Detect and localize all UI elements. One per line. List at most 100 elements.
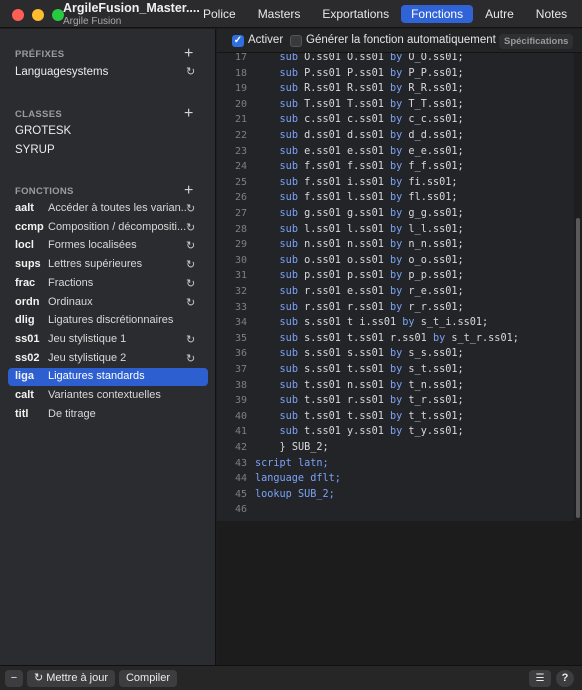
feature-name: Ordinaux <box>48 295 93 308</box>
compile-button[interactable]: Compiler <box>119 670 177 687</box>
line-number: 35 <box>234 332 247 344</box>
code-editor[interactable]: 17 sub O.ss01 O.ss01 by O_O.ss01; 18 sub … <box>217 53 574 521</box>
feature-item-ccmp[interactable]: ccmp Composition / décompositi... ↻ <box>8 219 208 237</box>
feature-item-titl[interactable]: titl De titrage <box>8 406 208 424</box>
window-title-block: ArgileFusion_Master.... Argile Fusion <box>63 2 200 28</box>
line-number: 18 <box>234 67 247 79</box>
feature-tag: calt <box>15 389 34 401</box>
update-button[interactable]: ↻ Mettre à jour <box>27 670 115 687</box>
code-line: sub n.ss01 n.ss01 by n_n.ss01; <box>279 239 464 251</box>
autogen-label: Générer la fonction automatiquement <box>306 34 496 46</box>
editor-scrollbar-thumb[interactable] <box>576 218 580 518</box>
code-line: sub p.ss01 p.ss01 by p_p.ss01; <box>279 270 464 282</box>
list-toggle-icon[interactable]: ☰ <box>529 670 551 687</box>
help-button[interactable]: ? <box>556 670 574 687</box>
refresh-icon[interactable]: ↻ <box>186 296 195 309</box>
feature-name: Formes localisées <box>48 239 137 252</box>
editor-toolbar: ✓ Activer Générer la fonction automatiqu… <box>217 29 582 53</box>
feature-tag: ss01 <box>15 332 40 345</box>
line-number: 31 <box>234 270 247 282</box>
feature-item-liga[interactable]: liga Ligatures standards <box>8 368 208 387</box>
feature-name: Accéder à toutes les varian... <box>48 202 186 214</box>
minimize-window-button[interactable] <box>32 9 44 21</box>
close-window-button[interactable] <box>12 9 24 21</box>
editor-scrollbar[interactable] <box>575 53 581 523</box>
feature-item-frac[interactable]: frac Fractions ↻ <box>8 275 208 293</box>
feature-item-aalt[interactable]: aalt Accéder à toutes les varian... ↻ <box>8 200 208 218</box>
feature-tag: aalt <box>15 202 34 214</box>
line-number: 40 <box>234 410 247 422</box>
code-line: sub O.ss01 O.ss01 by O_O.ss01; <box>279 53 464 63</box>
feature-tag: liga <box>15 370 34 383</box>
feature-item-ordn[interactable]: ordn Ordinaux ↻ <box>8 294 208 312</box>
feature-item-locl[interactable]: locl Formes localisées ↻ <box>8 237 208 255</box>
refresh-icon: ↻ <box>33 672 44 684</box>
refresh-prefix-icon[interactable]: ↻ <box>186 65 195 78</box>
line-number: 17 <box>234 53 247 63</box>
feature-name: Ligatures standards <box>48 370 145 383</box>
bottom-bar: − ↻ Mettre à jour Compiler ☰ ? <box>0 665 582 690</box>
code-line: script latn; <box>255 457 329 469</box>
refresh-icon[interactable]: ↻ <box>186 333 195 346</box>
code-line: sub s.ss01 s.ss01 by s_s.ss01; <box>279 348 464 360</box>
code-line: sub t.ss01 t.ss01 by t_t.ss01; <box>279 410 464 422</box>
tab-masters[interactable]: Masters <box>248 5 311 23</box>
activate-checkbox[interactable]: ✓ <box>232 35 244 47</box>
line-number: 19 <box>234 83 247 95</box>
line-number: 26 <box>234 192 247 204</box>
code-line: sub o.ss01 o.ss01 by o_o.ss01; <box>279 254 464 266</box>
prefix-item-languagesystems[interactable]: Languagesystems <box>15 66 108 78</box>
refresh-icon[interactable]: ↻ <box>186 258 195 271</box>
remove-button[interactable]: − <box>5 670 23 687</box>
class-item-grotesk[interactable]: GROTESK <box>15 125 71 137</box>
line-number: 21 <box>234 114 247 126</box>
refresh-icon[interactable]: ↻ <box>186 277 195 290</box>
refresh-icon[interactable]: ↻ <box>186 352 195 365</box>
window-title: ArgileFusion_Master.... <box>63 1 200 15</box>
update-label: Mettre à jour <box>46 672 109 684</box>
window-subtitle: Argile Fusion <box>63 16 122 27</box>
feature-item-ss01[interactable]: ss01 Jeu stylistique 1 ↻ <box>8 331 208 349</box>
tab-notes[interactable]: Notes <box>526 5 577 23</box>
code-line: sub t.ss01 y.ss01 by t_y.ss01; <box>279 426 464 438</box>
feature-name: Lettres supérieures <box>48 258 143 271</box>
specifications-button[interactable]: Spécifications <box>499 34 574 49</box>
add-class-plus-icon[interactable]: + <box>184 106 193 122</box>
feature-item-ss02[interactable]: ss02 Jeu stylistique 2 ↻ <box>8 350 208 368</box>
line-number: 42 <box>234 442 247 453</box>
code-line: sub e.ss01 e.ss01 by e_e.ss01; <box>279 145 464 157</box>
code-line: sub s.ss01 t i.ss01 by s_t_i.ss01; <box>279 317 489 329</box>
code-line: sub c.ss01 c.ss01 by c_c.ss01; <box>279 114 464 126</box>
class-item-syrup[interactable]: SYRUP <box>15 144 55 156</box>
tab-autre[interactable]: Autre <box>475 5 524 23</box>
line-number: 22 <box>234 130 247 141</box>
feature-name: Jeu stylistique 2 <box>48 351 127 364</box>
add-prefix-plus-icon[interactable]: + <box>184 46 193 62</box>
tab-exportations[interactable]: Exportations <box>312 5 399 23</box>
refresh-icon[interactable]: ↻ <box>186 202 195 215</box>
feature-item-dlig[interactable]: dlig Ligatures discrétionnaires <box>8 312 208 330</box>
refresh-icon[interactable]: ↻ <box>186 221 195 234</box>
line-number: 41 <box>234 426 247 438</box>
tab-fonctions[interactable]: Fonctions <box>401 5 474 23</box>
feature-tag: dlig <box>15 314 35 327</box>
line-number: 23 <box>234 145 247 157</box>
feature-item-calt[interactable]: calt Variantes contextuelles <box>8 387 208 405</box>
refresh-icon[interactable]: ↻ <box>186 239 195 252</box>
code-line: sub f.ss01 i.ss01 by fi.ss01; <box>279 176 458 188</box>
feature-item-sups[interactable]: sups Lettres supérieures ↻ <box>8 256 208 274</box>
code-line: sub r.ss01 r.ss01 by r_r.ss01; <box>279 301 464 313</box>
tab-police[interactable]: Police <box>193 5 246 23</box>
autogen-checkbox[interactable] <box>290 35 302 47</box>
activate-label: Activer <box>248 34 284 46</box>
feature-tag: ordn <box>15 295 40 308</box>
line-number: 27 <box>234 208 247 219</box>
line-number: 37 <box>234 364 247 375</box>
features-header: FONCTIONS <box>15 186 74 197</box>
add-feature-plus-icon[interactable]: + <box>184 183 193 199</box>
feature-name: Composition / décompositi... <box>48 220 186 233</box>
line-number: 32 <box>234 286 247 297</box>
line-number: 43 <box>234 457 247 469</box>
code-line: } SUB_2; <box>279 442 329 453</box>
code-line: sub P.ss01 P.ss01 by P_P.ss01; <box>279 67 464 79</box>
